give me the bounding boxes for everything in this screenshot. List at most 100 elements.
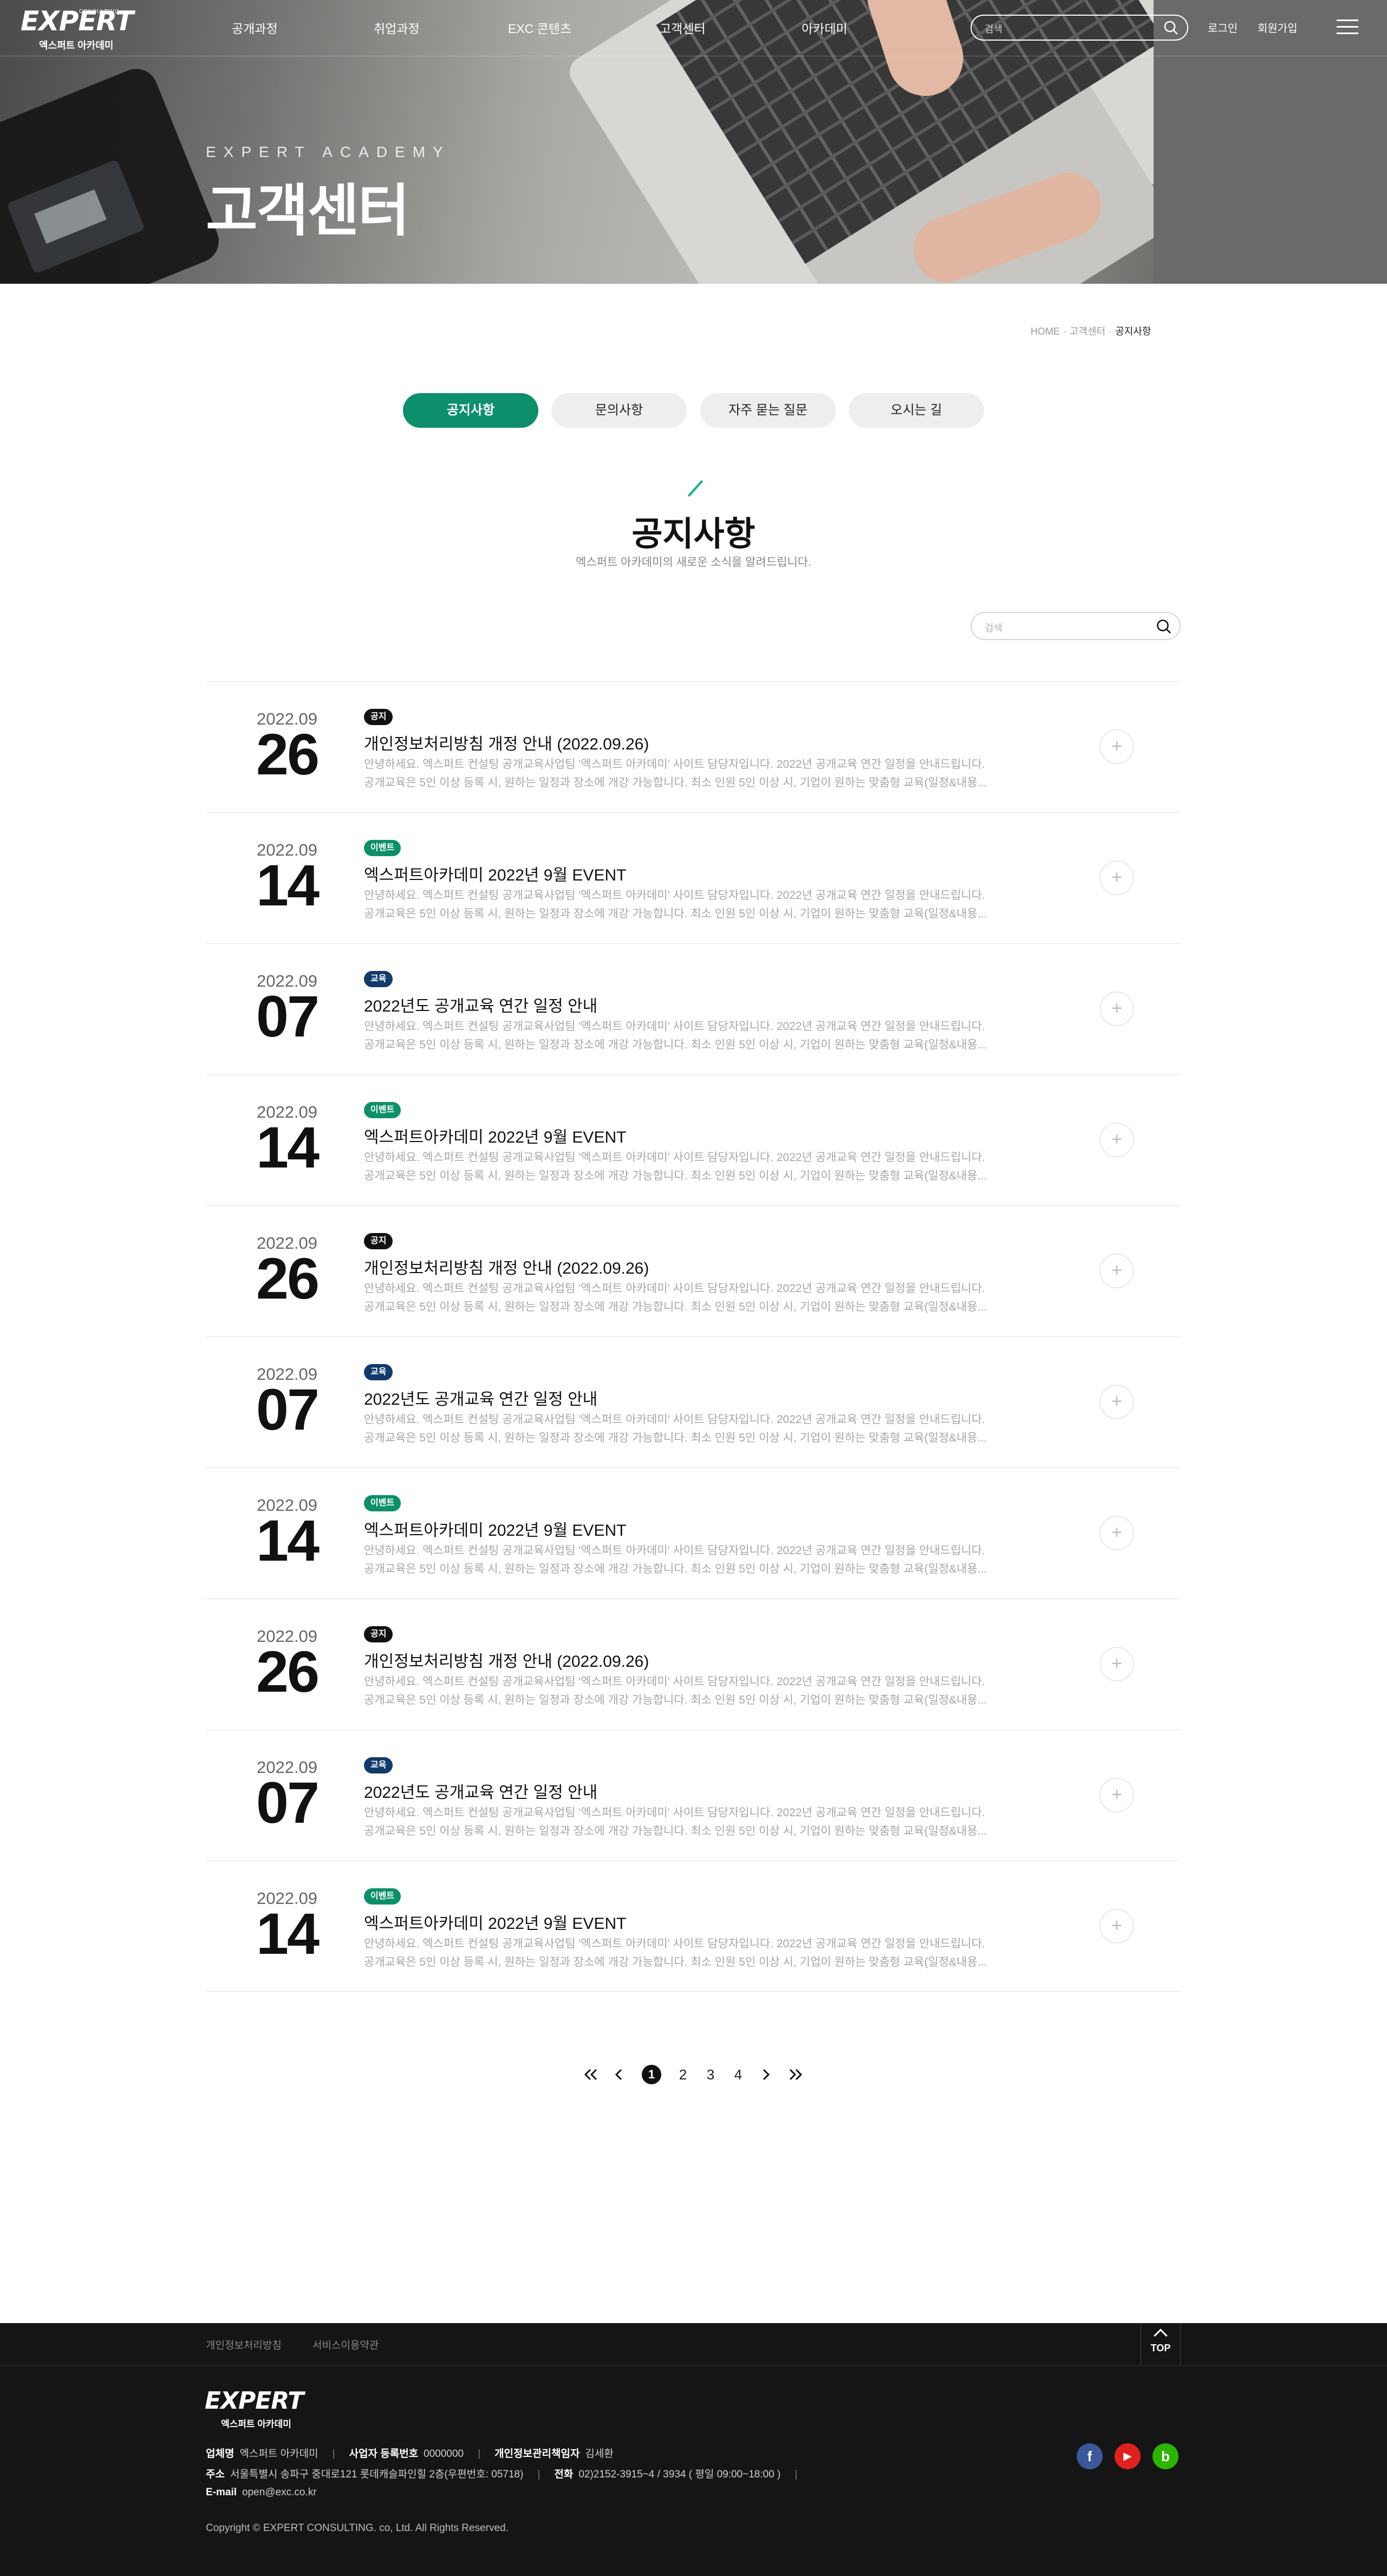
notice-category-badge: 교육 — [364, 1757, 393, 1773]
notice-title[interactable]: 개인정보처리방침 개정 안내 (2022.09.26) — [364, 731, 649, 754]
notice-title[interactable]: 엑스퍼트아카데미 2022년 9월 EVENT — [364, 1910, 626, 1934]
notice-day: 07 — [256, 983, 320, 1049]
notice-day: 14 — [256, 1901, 320, 1966]
page-4[interactable]: 4 — [731, 2064, 745, 2085]
notice-row[interactable]: 2022.09 07 교육 2022년도 공개교육 연간 일정 안내 안녕하세요. 엑스… — [206, 943, 1181, 1074]
notice-list: 2022.09 26 공지 개인정보처리방침 개정 안내 (2022.09.26) 안녕… — [206, 681, 1181, 1992]
notice-category-badge: 교육 — [364, 971, 393, 987]
plus-icon[interactable]: + — [1099, 1123, 1134, 1157]
nav-public-course[interactable]: 공개과정 — [232, 18, 278, 37]
page-2[interactable]: 2 — [676, 2064, 690, 2085]
breadcrumb-customer-center[interactable]: 고객센터 — [1070, 326, 1105, 337]
logo-subtitle: 엑스퍼트 아카데미 — [39, 40, 114, 51]
page-3[interactable]: 3 — [704, 2064, 718, 2085]
tab-inquiry[interactable]: 문의사항 — [551, 393, 687, 428]
notice-title[interactable]: 엑스퍼트아카데미 2022년 9월 EVENT — [364, 1124, 626, 1147]
notice-summary: 안녕하세요. 엑스퍼트 컨설팅 공개교육사업팀 '엑스퍼트 아카데미' 사이트 … — [364, 1938, 987, 1968]
search-icon[interactable] — [1163, 20, 1178, 35]
footer-terms-link[interactable]: 서비스이용약관 — [312, 2337, 379, 2352]
plus-icon[interactable]: + — [1099, 1647, 1134, 1681]
plus-icon[interactable]: + — [1099, 1385, 1134, 1419]
first-page-icon[interactable] — [582, 2064, 601, 2085]
plus-icon[interactable]: + — [1099, 1516, 1134, 1550]
notice-category-badge: 이벤트 — [364, 840, 401, 856]
breadcrumb: HOME · 고객센터 · 공지사항 — [1031, 326, 1151, 337]
notice-title[interactable]: 2022년도 공개교육 연간 일정 안내 — [364, 1779, 597, 1803]
breadcrumb-home[interactable]: HOME — [1031, 326, 1060, 337]
notice-summary: 안녕하세요. 엑스퍼트 컨설팅 공개교육사업팀 '엑스퍼트 아카데미' 사이트 … — [364, 1675, 987, 1706]
plus-icon[interactable]: + — [1099, 1909, 1134, 1944]
footer-address-info: 주소 서울특별시 송파구 중대로121 롯데캐슬파인힐 2층(우편번호: 0571… — [206, 2469, 798, 2480]
notice-day: 26 — [256, 1639, 320, 1704]
notice-title[interactable]: 엑스퍼트아카데미 2022년 9월 EVENT — [364, 1517, 626, 1541]
notice-summary: 안녕하세요. 엑스퍼트 컨설팅 공개교육사업팀 '엑스퍼트 아카데미' 사이트 … — [364, 1544, 987, 1575]
scroll-top-button[interactable]: TOP — [1141, 2323, 1181, 2365]
footer-company-info: 업체명 엑스퍼트 아카데미 | 사업자 등록번호 0000000 | 개인정보관리책임자 김세… — [206, 2448, 614, 2460]
nav-exc-contents[interactable]: EXC 콘텐츠 — [508, 18, 571, 37]
footer: 개인정보처리방침 서비스이용약관 TOP EXPERT 엑스퍼트 아카데미 업체… — [0, 2323, 1387, 2576]
notice-category-badge: 공지 — [364, 1626, 393, 1642]
notice-title[interactable]: 엑스퍼트아카데미 2022년 9월 EVENT — [364, 862, 626, 885]
notice-row[interactable]: 2022.09 14 이벤트 엑스퍼트아카데미 2022년 9월 EVENT 안녕하세요… — [206, 1074, 1181, 1205]
signup-link[interactable]: 회원가입 — [1258, 19, 1298, 35]
notice-row[interactable]: 2022.09 07 교육 2022년도 공개교육 연간 일정 안내 안녕하세요. 엑스… — [206, 1336, 1181, 1468]
notice-category-badge: 이벤트 — [364, 1888, 401, 1905]
page-title: 공지사항 — [631, 516, 756, 553]
plus-icon[interactable]: + — [1099, 992, 1134, 1026]
notice-summary: 안녕하세요. 엑스퍼트 컨설팅 공개교육사업팀 '엑스퍼트 아카데미' 사이트 … — [364, 1282, 987, 1313]
notice-day: 26 — [256, 721, 320, 787]
notice-row[interactable]: 2022.09 26 공지 개인정보처리방침 개정 안내 (2022.09.26) 안녕… — [206, 681, 1181, 812]
notice-day: 14 — [256, 1508, 320, 1573]
tab-notice[interactable]: 공지사항 — [403, 393, 538, 428]
notice-category-badge: 공지 — [364, 1233, 393, 1249]
plus-icon[interactable]: + — [1099, 1778, 1134, 1812]
footer-privacy-link[interactable]: 개인정보처리방침 — [206, 2337, 282, 2352]
notice-row[interactable]: 2022.09 07 교육 2022년도 공개교육 연간 일정 안내 안녕하세요. 엑스… — [206, 1730, 1181, 1861]
youtube-icon[interactable]: ▶ — [1115, 2443, 1141, 2469]
search-icon[interactable] — [1156, 618, 1172, 635]
notice-title[interactable]: 2022년도 공개교육 연간 일정 안내 — [364, 993, 597, 1016]
blog-icon[interactable]: b — [1152, 2443, 1178, 2469]
notice-day: 14 — [256, 852, 320, 918]
menu-icon[interactable] — [1337, 19, 1358, 37]
notice-title[interactable]: 개인정보처리방침 개정 안내 (2022.09.26) — [364, 1255, 649, 1279]
login-link[interactable]: 로그인 — [1208, 19, 1238, 35]
footer-logo: EXPERT 엑스퍼트 아카데미 — [205, 2387, 304, 2430]
notice-title[interactable]: 개인정보처리방침 개정 안내 (2022.09.26) — [364, 1648, 649, 1672]
top-navigation: CONSULTING EXPERT 엑스퍼트 아카데미 공개과정 취업과정 EX… — [0, 0, 1387, 56]
notice-summary: 안녕하세요. 엑스퍼트 컨설팅 공개교육사업팀 '엑스퍼트 아카데미' 사이트 … — [364, 758, 987, 789]
notice-search-input[interactable]: 검색 — [971, 612, 1181, 640]
plus-icon[interactable]: + — [1099, 729, 1134, 764]
notice-day: 14 — [256, 1114, 320, 1180]
notice-row[interactable]: 2022.09 26 공지 개인정보처리방침 개정 안내 (2022.09.26) 안녕… — [206, 1599, 1181, 1730]
facebook-icon[interactable]: f — [1077, 2443, 1103, 2469]
hero-title: 고객센터 — [206, 180, 410, 243]
notice-category-badge: 이벤트 — [364, 1495, 401, 1511]
page-1[interactable]: 1 — [642, 2065, 661, 2084]
notice-day: 07 — [256, 1377, 320, 1442]
notice-row[interactable]: 2022.09 14 이벤트 엑스퍼트아카데미 2022년 9월 EVENT 안녕하세요… — [206, 812, 1181, 943]
tab-faq[interactable]: 자주 묻는 질문 — [700, 393, 836, 428]
notice-row[interactable]: 2022.09 14 이벤트 엑스퍼트아카데미 2022년 9월 EVENT 안녕하세요… — [206, 1468, 1181, 1599]
site-logo[interactable]: CONSULTING EXPERT 엑스퍼트 아카데미 — [21, 8, 140, 51]
tab-directions[interactable]: 오시는 길 — [849, 393, 984, 428]
header-search-input[interactable]: 검색 — [971, 15, 1188, 41]
notice-row[interactable]: 2022.09 14 이벤트 엑스퍼트아카데미 2022년 9월 EVENT 안녕하세요… — [206, 1861, 1181, 1992]
notice-summary: 안녕하세요. 엑스퍼트 컨설팅 공개교육사업팀 '엑스퍼트 아카데미' 사이트 … — [364, 1151, 987, 1182]
next-page-icon[interactable] — [759, 2064, 773, 2085]
notice-row[interactable]: 2022.09 26 공지 개인정보처리방침 개정 안내 (2022.09.26) 안녕… — [206, 1205, 1181, 1336]
notice-summary: 안녕하세요. 엑스퍼트 컨설팅 공개교육사업팀 '엑스퍼트 아카데미' 사이트 … — [364, 889, 987, 920]
page-subtitle: 엑스퍼트 아카데미의 새로운 소식을 알려드립니다. — [576, 556, 811, 569]
prev-page-icon[interactable] — [612, 2064, 626, 2085]
notice-summary: 안녕하세요. 엑스퍼트 컨설팅 공개교육사업팀 '엑스퍼트 아카데미' 사이트 … — [364, 1413, 987, 1444]
last-page-icon[interactable] — [785, 2064, 805, 2085]
nav-customer-center[interactable]: 고객센터 — [660, 18, 706, 37]
plus-icon[interactable]: + — [1099, 1254, 1134, 1288]
nav-job-course[interactable]: 취업과정 — [374, 18, 420, 37]
hero-banner: CONSULTING EXPERT 엑스퍼트 아카데미 공개과정 취업과정 EX… — [0, 0, 1387, 284]
notice-category-badge: 공지 — [364, 709, 393, 725]
plus-icon[interactable]: + — [1099, 860, 1134, 895]
nav-academy[interactable]: 아카데미 — [802, 18, 848, 37]
notice-title[interactable]: 2022년도 공개교육 연간 일정 안내 — [364, 1386, 597, 1410]
copyright: Copyright © EXPERT CONSULTING. co, Ltd. … — [206, 2522, 509, 2534]
